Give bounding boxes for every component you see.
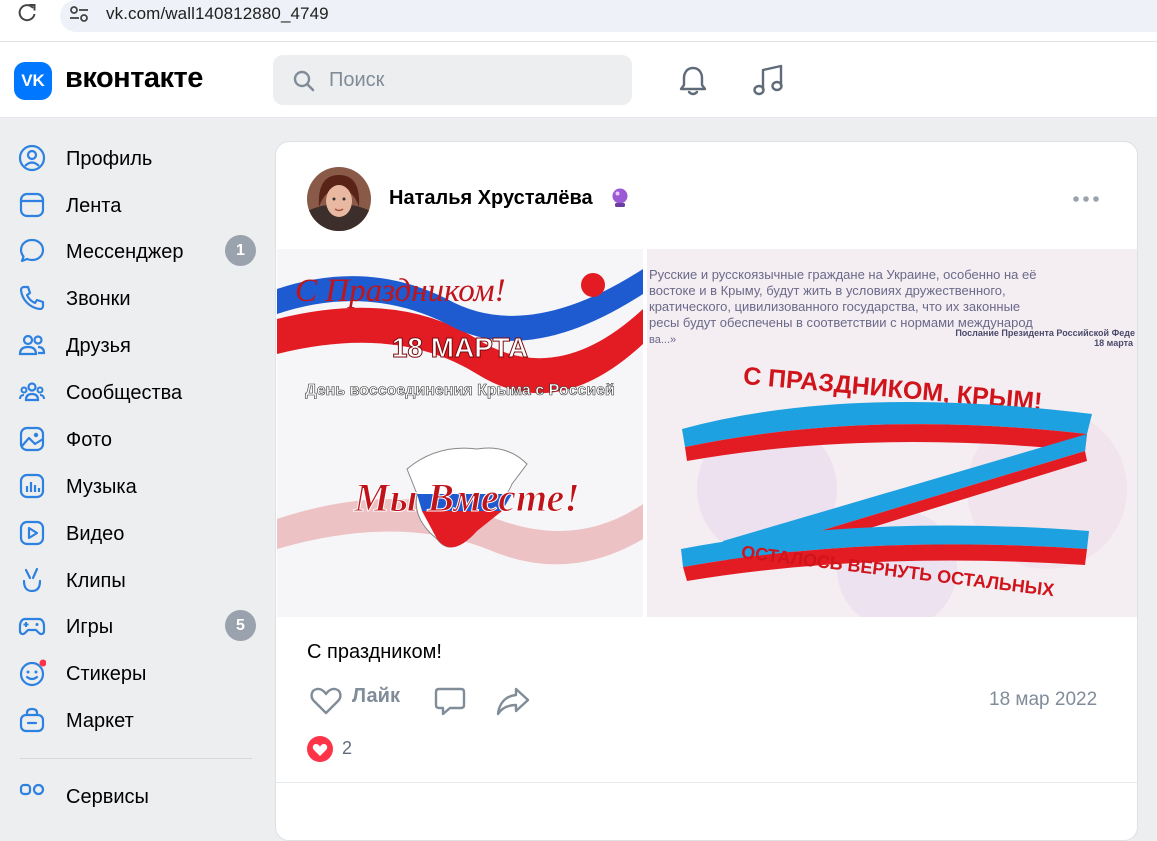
phone-icon [19, 285, 45, 311]
clips-icon [22, 567, 42, 593]
reaction-count: 2 [342, 738, 353, 758]
site-info-icon[interactable] [68, 4, 90, 24]
sidebar-item-games[interactable]: Игры 5 [14, 604, 264, 648]
sidebar-item-photo[interactable]: Фото [14, 417, 264, 461]
post-text: С праздником! [307, 641, 442, 663]
sidebar-item-label: Звонки [66, 288, 131, 310]
services-icon [19, 783, 45, 796]
music-icon [19, 473, 45, 499]
sidebar-item-communities[interactable]: Сообщества [14, 370, 264, 414]
communities-icon [19, 382, 45, 402]
sticker-icon [19, 659, 46, 687]
like-button[interactable]: Лайк [307, 681, 417, 721]
sidebar-item-services[interactable]: Сервисы [14, 774, 264, 818]
search-input[interactable] [329, 67, 609, 93]
unread-badge: 1 [225, 235, 256, 266]
browser-toolbar: vk.com/wall140812880_4749 [0, 0, 1157, 42]
comment-icon[interactable] [434, 685, 466, 717]
sidebar-item-music[interactable]: Музыка [14, 464, 264, 508]
photo1-subtitle: День воссоединения Крыма с Россией [305, 382, 615, 399]
photo-icon [19, 426, 45, 452]
sidebar-item-messenger[interactable]: Мессенджер 1 [14, 229, 264, 273]
logo-text[interactable]: вконтакте [65, 62, 203, 95]
photo1-slogan: Мы Вместе! [353, 475, 580, 520]
sidebar-item-friends[interactable]: Друзья [14, 323, 264, 367]
bag-icon [19, 707, 45, 733]
feed-icon [19, 192, 45, 218]
vk-logo-icon[interactable]: VK [14, 62, 52, 100]
sidebar-item-label: Сообщества [66, 382, 183, 404]
post-divider [276, 782, 1137, 783]
photo2-quote-line-3: кратического, цивилизованного государств… [649, 299, 1020, 314]
sidebar-item-label: Видео [66, 523, 125, 545]
friends-icon [18, 334, 46, 356]
sidebar-divider [20, 758, 252, 759]
left-sidebar: Профиль Лента Мессенджер 1 Звонки Друзья… [0, 118, 270, 808]
sidebar-item-label: Маркет [66, 710, 134, 732]
site-header: VK вконтакте [0, 42, 1157, 118]
sidebar-item-clips[interactable]: Клипы [14, 558, 264, 602]
user-circle-icon [18, 144, 46, 172]
sidebar-item-label: Профиль [66, 148, 153, 170]
search-icon [293, 70, 315, 92]
like-label: Лайк [352, 685, 400, 707]
more-options-icon[interactable] [1071, 192, 1101, 206]
heart-filled-icon [307, 736, 333, 762]
reactions[interactable]: 2 [307, 736, 387, 762]
share-icon[interactable] [496, 685, 530, 717]
avatar[interactable] [307, 167, 371, 231]
bell-icon[interactable] [676, 64, 710, 98]
reload-icon[interactable] [16, 2, 38, 24]
sidebar-item-label: Друзья [66, 335, 131, 357]
sidebar-item-feed[interactable]: Лента [14, 183, 264, 227]
url-text[interactable]: vk.com/wall140812880_4749 [106, 4, 329, 24]
sidebar-item-label: Игры [66, 616, 114, 638]
sidebar-item-profile[interactable]: Профиль [14, 136, 264, 180]
chat-bubble-icon [19, 238, 45, 263]
sidebar-item-video[interactable]: Видео [14, 511, 264, 555]
wall-post: Наталья Хрусталёва С Праздником! 18 МАРТ… [275, 141, 1138, 841]
photo1-date: 18 МАРТА [392, 332, 528, 363]
photo1-headline: С Праздником! [295, 273, 506, 309]
photo2-quote-line-5: ва...» [649, 334, 676, 346]
photo2-quote-line-2: востоке и в Крыму, будут жить в условиях… [649, 283, 1006, 298]
heart-outline-icon [310, 687, 342, 715]
post-photo-2[interactable]: Русские и русскоязычные граждане на Укра… [647, 249, 1137, 617]
photo2-quote-line-1: Русские и русскоязычные граждане на Укра… [649, 267, 1036, 282]
photo2-quote-date: 18 марта [1094, 338, 1134, 348]
post-author[interactable]: Наталья Хрусталёва [389, 187, 593, 210]
post-date[interactable]: 18 мар 2022 [989, 689, 1097, 711]
video-icon [19, 520, 45, 546]
sidebar-item-calls[interactable]: Звонки [14, 276, 264, 320]
gamepad-icon [18, 617, 46, 636]
games-badge: 5 [225, 610, 256, 641]
sidebar-item-label: Мессенджер [66, 241, 184, 263]
photo2-quote-source: Послание Президента Российской Феде [955, 328, 1135, 338]
music-note-icon[interactable] [750, 62, 786, 98]
sidebar-item-label: Клипы [66, 570, 126, 592]
sidebar-item-market[interactable]: Маркет [14, 698, 264, 742]
post-photo-1[interactable]: С Праздником! 18 МАРТА День воссоединени… [277, 249, 643, 617]
crystal-ball-icon [612, 188, 628, 207]
sidebar-item-label: Музыка [66, 476, 137, 498]
sidebar-item-label: Лента [66, 195, 122, 217]
sidebar-item-label: Стикеры [66, 663, 147, 685]
sidebar-item-stickers[interactable]: Стикеры [14, 651, 264, 695]
sidebar-item-label: Сервисы [66, 786, 149, 808]
sidebar-item-label: Фото [66, 429, 112, 451]
